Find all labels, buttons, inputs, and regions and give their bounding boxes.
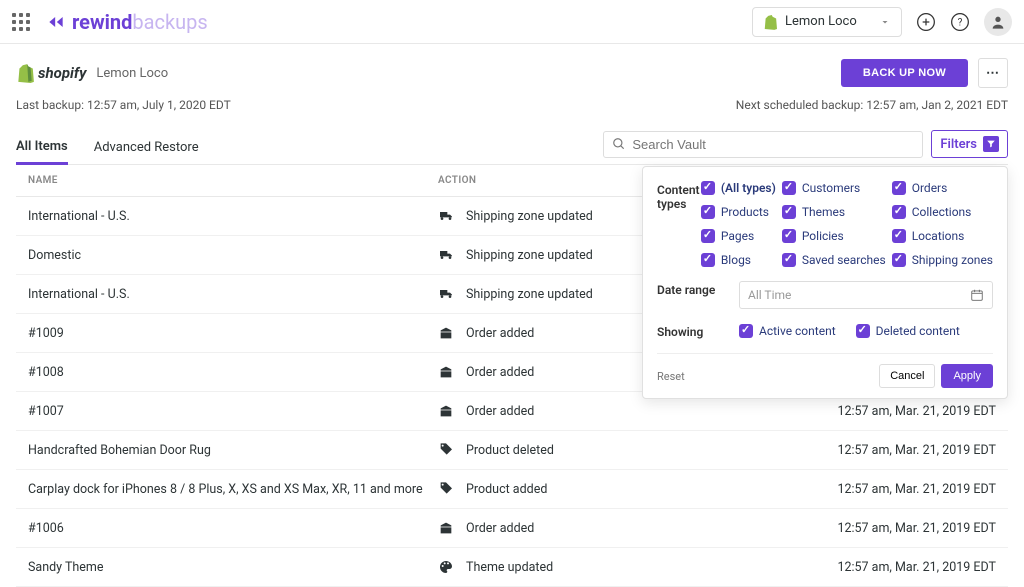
box-icon — [438, 520, 454, 536]
date-range-label: Date range — [657, 281, 739, 309]
user-avatar[interactable] — [984, 8, 1012, 36]
filters-button[interactable]: Filters — [931, 130, 1008, 158]
row-action: Shipping zone updated — [466, 209, 593, 224]
store-name: Lemon Loco — [96, 66, 168, 81]
chk-products[interactable]: Products — [701, 205, 776, 219]
row-action: Order added — [466, 404, 534, 419]
chk-themes[interactable]: Themes — [782, 205, 886, 219]
help-button[interactable]: ? — [950, 12, 970, 32]
content-types-label: Content types — [657, 181, 701, 267]
apply-button[interactable]: Apply — [941, 364, 993, 388]
search-icon — [612, 137, 626, 151]
svg-text:?: ? — [958, 17, 963, 28]
add-button[interactable] — [916, 12, 936, 32]
tab-advanced-restore[interactable]: Advanced Restore — [94, 132, 199, 163]
row-name: #1009 — [28, 326, 438, 341]
table-row[interactable]: Sandy Theme Theme updated 12:57 am, Mar. 2… — [16, 548, 1008, 587]
rewind-icon — [46, 12, 66, 32]
search-input[interactable] — [632, 137, 914, 152]
chevron-down-icon — [879, 16, 891, 28]
row-name: Sandy Theme — [28, 560, 438, 575]
chk-pages[interactable]: Pages — [701, 229, 776, 243]
next-backup-text: Next scheduled backup: 12:57 am, Jan 2, … — [736, 98, 1008, 112]
truck-icon — [438, 247, 454, 263]
chk-active-content[interactable]: Active content — [739, 323, 836, 339]
truck-icon — [438, 286, 454, 302]
tab-all-items[interactable]: All Items — [16, 131, 68, 165]
last-backup-text: Last backup: 12:57 am, July 1, 2020 EDT — [16, 98, 231, 112]
row-action: Product deleted — [466, 443, 554, 458]
date-range-input[interactable]: All Time — [739, 281, 993, 309]
row-name: Handcrafted Bohemian Door Rug — [28, 443, 438, 458]
shopify-bag-icon — [763, 14, 777, 30]
row-date: 12:57 am, Mar. 21, 2019 EDT — [728, 443, 996, 458]
row-name: International - U.S. — [28, 209, 438, 224]
row-date: 12:57 am, Mar. 21, 2019 EDT — [728, 404, 996, 419]
row-action: Theme updated — [466, 560, 553, 575]
table-row[interactable]: Handcrafted Bohemian Door Rug Product del… — [16, 431, 1008, 470]
row-date: 12:57 am, Mar. 21, 2019 EDT — [728, 560, 996, 575]
calendar-icon — [970, 288, 984, 302]
date-range-value: All Time — [748, 288, 970, 302]
row-name: Domestic — [28, 248, 438, 263]
search-input-wrap[interactable] — [603, 131, 923, 158]
account-dropdown[interactable]: Lemon Loco — [752, 7, 902, 37]
chk-customers[interactable]: Customers — [782, 181, 886, 195]
apps-grid-icon[interactable] — [12, 13, 30, 31]
chk-shipping-zones[interactable]: Shipping zones — [892, 253, 993, 267]
reset-link[interactable]: Reset — [657, 370, 685, 383]
backup-now-button[interactable]: BACK UP NOW — [841, 59, 968, 87]
brand-backups: backups — [132, 10, 207, 34]
row-name: #1006 — [28, 521, 438, 536]
funnel-icon — [983, 136, 999, 152]
chk-orders[interactable]: Orders — [892, 181, 993, 195]
row-name: Carplay dock for iPhones 8 / 8 Plus, X, … — [28, 482, 438, 497]
brand-rewind: rewind — [72, 10, 132, 34]
box-icon — [438, 325, 454, 341]
more-options-button[interactable]: ⋯ — [978, 58, 1008, 88]
platform-logo: shopify — [16, 63, 86, 83]
tag-icon — [438, 442, 454, 458]
box-icon — [438, 403, 454, 419]
row-action: Shipping zone updated — [466, 248, 593, 263]
chk-blogs[interactable]: Blogs — [701, 253, 776, 267]
table-row[interactable]: #1006 Order added 12:57 am, Mar. 21, 2019 … — [16, 509, 1008, 548]
showing-label: Showing — [657, 323, 739, 339]
row-name: #1008 — [28, 365, 438, 380]
row-action: Shipping zone updated — [466, 287, 593, 302]
filters-label: Filters — [940, 137, 977, 152]
box-icon — [438, 364, 454, 380]
truck-icon — [438, 208, 454, 224]
tag-icon — [438, 481, 454, 497]
platform-name: shopify — [38, 64, 86, 82]
row-date: 12:57 am, Mar. 21, 2019 EDT — [728, 521, 996, 536]
chk-locations[interactable]: Locations — [892, 229, 993, 243]
chk-collections[interactable]: Collections — [892, 205, 993, 219]
chk-saved-searches[interactable]: Saved searches — [782, 253, 886, 267]
chk-policies[interactable]: Policies — [782, 229, 886, 243]
row-action: Order added — [466, 326, 534, 341]
row-action: Product added — [466, 482, 547, 497]
account-name: Lemon Loco — [785, 14, 857, 29]
row-action: Order added — [466, 365, 534, 380]
row-name: #1007 — [28, 404, 438, 419]
cancel-button[interactable]: Cancel — [879, 364, 935, 388]
chk-deleted-content[interactable]: Deleted content — [856, 323, 960, 339]
col-name-header: NAME — [28, 175, 438, 186]
brand-logo: rewindbackups — [46, 10, 208, 34]
chk-all-types[interactable]: (All types) — [701, 181, 776, 195]
row-date: 12:57 am, Mar. 21, 2019 EDT — [728, 482, 996, 497]
palette-icon — [438, 559, 454, 575]
filter-panel: Content types (All types) Customers Orde… — [642, 166, 1008, 399]
table-row[interactable]: Carplay dock for iPhones 8 / 8 Plus, X, … — [16, 470, 1008, 509]
row-action: Order added — [466, 521, 534, 536]
row-name: International - U.S. — [28, 287, 438, 302]
